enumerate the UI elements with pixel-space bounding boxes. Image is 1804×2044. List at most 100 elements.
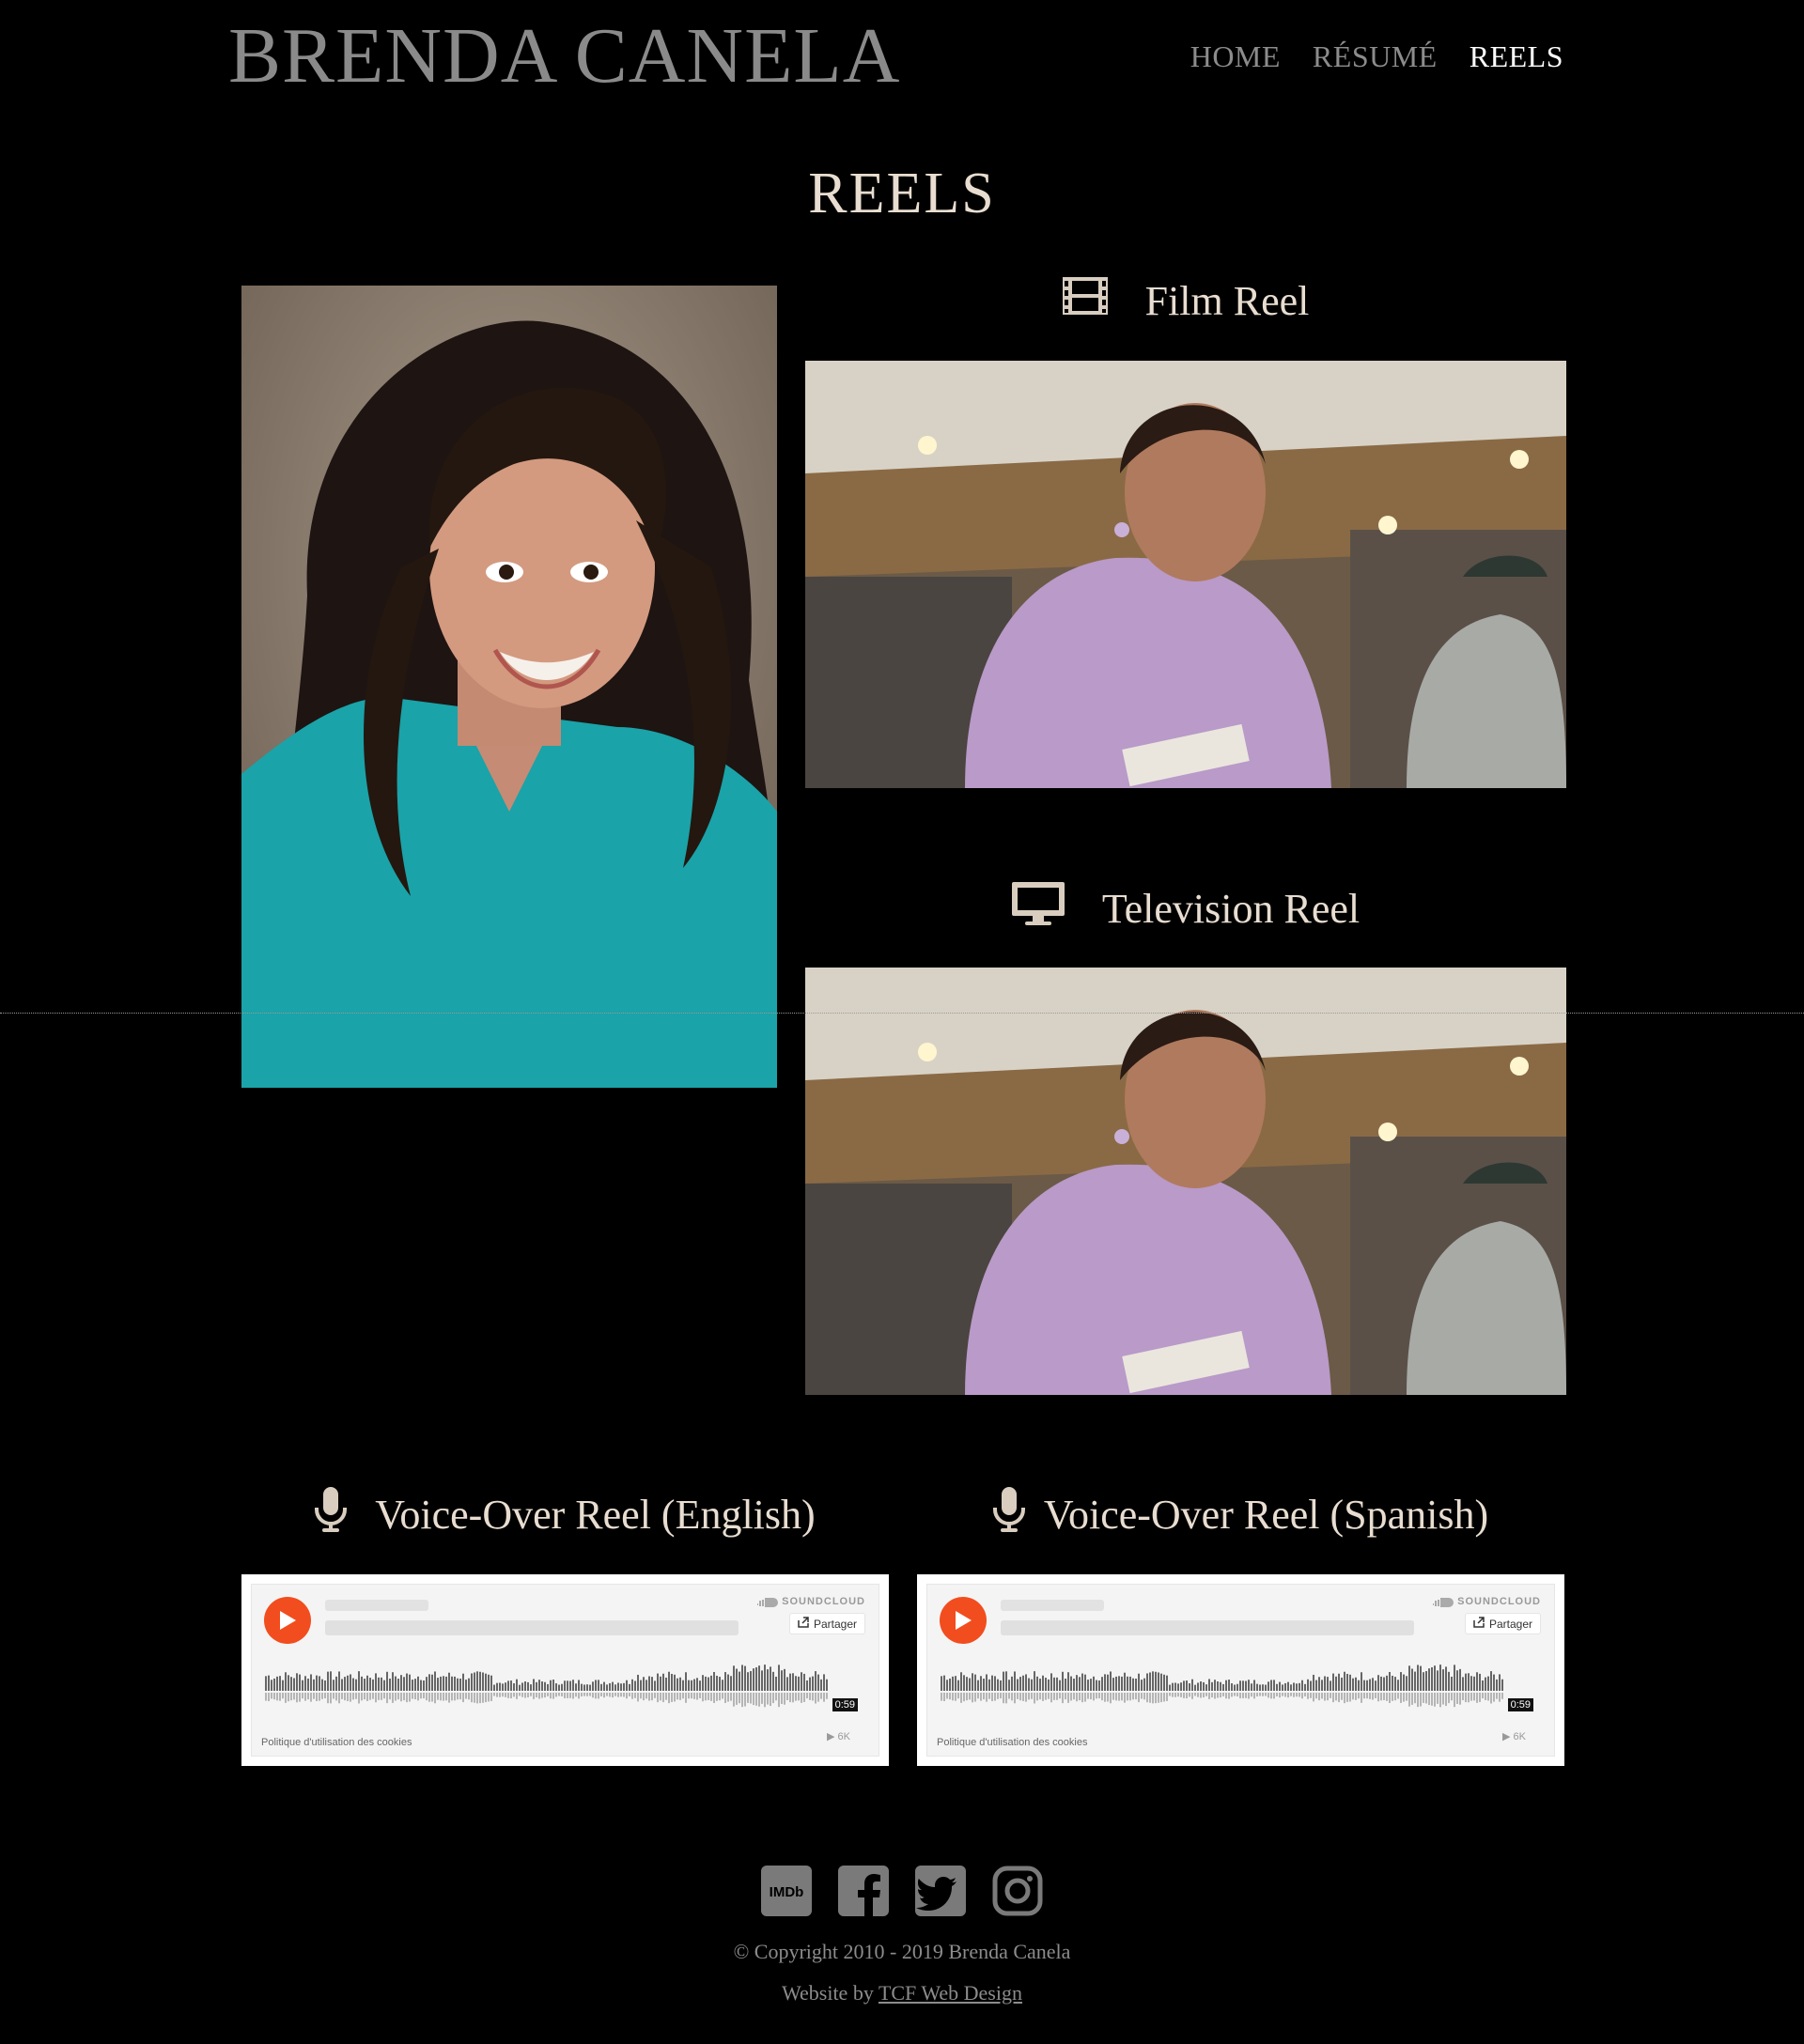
waveform-bar (347, 1675, 349, 1691)
waveform-bar (372, 1679, 374, 1691)
waveform-bar-reflection (651, 1693, 653, 1701)
waveform-bar (519, 1684, 521, 1691)
soundcloud-player-spanish[interactable]: SOUNDCLOUD Partager 0:59 Politique d'uti… (917, 1574, 1564, 1766)
waveform-bar-reflection (620, 1693, 622, 1697)
waveform-bar (1256, 1683, 1258, 1691)
waveform-bar-reflection (1473, 1693, 1475, 1701)
waveform-bar-reflection (963, 1693, 965, 1702)
play-button[interactable] (940, 1597, 987, 1644)
waveform-bar (482, 1672, 484, 1691)
film-reel-video[interactable] (805, 361, 1566, 788)
soundcloud-player-english[interactable]: SOUNDCLOUD Partager 0:59 Politique d'uti… (241, 1574, 889, 1766)
waveform-bar-reflection (966, 1693, 968, 1701)
waveform-bar (1101, 1677, 1103, 1691)
imdb-icon[interactable]: IMDb (761, 1866, 812, 1916)
waveform-bar (1476, 1672, 1478, 1691)
waveform-bar-reflection (1019, 1693, 1021, 1701)
waveform-bar (1225, 1680, 1227, 1691)
waveform-bar (1439, 1665, 1441, 1691)
waveform-bar (1411, 1668, 1413, 1691)
waveform-bar (1293, 1682, 1295, 1691)
cookie-policy-link[interactable]: Politique d'utilisation des cookies (937, 1737, 1087, 1748)
waveform-bar-reflection (643, 1693, 645, 1701)
site-title[interactable]: BRENDA CANELA (228, 17, 900, 96)
waveform-bar (552, 1680, 554, 1691)
play-button[interactable] (264, 1597, 311, 1644)
tv-reel-video[interactable] (805, 968, 1566, 1395)
waveform-bar (1406, 1676, 1407, 1691)
nav-item-reels[interactable]: REELS (1470, 39, 1563, 74)
microphone-icon (992, 1486, 1025, 1542)
waveform-bar (674, 1674, 676, 1691)
waveform-bar-reflection (437, 1693, 439, 1700)
twitter-icon[interactable] (915, 1866, 966, 1916)
waveform-bar-reflection (1214, 1693, 1216, 1699)
waveform-bar (1214, 1680, 1216, 1691)
waveform-bar (307, 1679, 309, 1691)
share-button[interactable]: Partager (1464, 1613, 1541, 1634)
waveform-bar (1377, 1675, 1379, 1691)
waveform-bar-reflection (1459, 1693, 1461, 1705)
waveform-bar-reflection (817, 1693, 819, 1702)
waveform-bar-reflection (1112, 1693, 1114, 1700)
waveform-bar (575, 1683, 577, 1691)
waveform-bar-reflection (575, 1693, 577, 1697)
facebook-icon[interactable] (838, 1866, 889, 1916)
waveform-bar-reflection (533, 1693, 535, 1699)
waveform-bar-reflection (1124, 1693, 1126, 1703)
waveform-bar-reflection (1093, 1693, 1095, 1701)
waveform-bar (1059, 1680, 1061, 1691)
waveform-bar (1186, 1680, 1188, 1691)
waveform-bar-reflection (1050, 1693, 1052, 1703)
soundcloud-logo[interactable]: SOUNDCLOUD (1433, 1596, 1541, 1607)
waveform-bar (1048, 1679, 1050, 1691)
cookie-policy-link[interactable]: Politique d'utilisation des cookies (261, 1737, 412, 1748)
waveform[interactable] (941, 1655, 1509, 1726)
waveform-bar-reflection (265, 1693, 267, 1701)
waveform-bar (1386, 1675, 1388, 1691)
waveform-bar (620, 1683, 622, 1691)
waveform-bar (1112, 1678, 1114, 1691)
track-artist-blurred (1001, 1600, 1104, 1611)
waveform-bar (479, 1671, 481, 1691)
waveform-bar-reflection (572, 1693, 574, 1699)
waveform-bar (1158, 1672, 1159, 1691)
waveform-bar (1451, 1676, 1453, 1691)
credit-link[interactable]: TCF Web Design (879, 1981, 1022, 2005)
waveform-bar (1318, 1677, 1320, 1691)
soundcloud-logo[interactable]: SOUNDCLOUD (757, 1596, 865, 1607)
waveform-bar (1369, 1679, 1371, 1691)
waveform[interactable] (265, 1655, 833, 1726)
waveform-bar-reflection (1423, 1693, 1424, 1703)
waveform-bar (1076, 1675, 1078, 1691)
waveform-bar (513, 1683, 515, 1691)
waveform-bar-reflection (755, 1693, 757, 1706)
waveform-bar-reflection (1251, 1693, 1252, 1697)
waveform-bar-reflection (1434, 1693, 1436, 1707)
svg-text:IMDb: IMDb (770, 1884, 804, 1900)
nav-item-home[interactable]: HOME (1190, 39, 1281, 74)
waveform-bar-reflection (1296, 1693, 1298, 1697)
waveform-bar-reflection (696, 1693, 698, 1700)
waveform-bar (1169, 1684, 1171, 1691)
waveform-bar-reflection (699, 1693, 701, 1698)
waveform-bar (1155, 1671, 1157, 1691)
waveform-bar-reflection (733, 1693, 735, 1707)
waveform-bar-reflection (406, 1693, 408, 1703)
share-button[interactable]: Partager (788, 1613, 865, 1634)
nav-item-resume[interactable]: RÉSUMÉ (1313, 39, 1438, 74)
waveform-bar-reflection (946, 1693, 948, 1699)
waveform-bar-reflection (1028, 1693, 1030, 1700)
waveform-bar-reflection (1363, 1693, 1365, 1699)
waveform-bar (1346, 1673, 1348, 1691)
waveform-bar (1115, 1676, 1117, 1691)
waveform-bar-reflection (612, 1693, 614, 1698)
waveform-bar-reflection (1279, 1693, 1281, 1698)
waveform-bar (451, 1676, 453, 1691)
waveform-bar (705, 1676, 707, 1691)
instagram-icon[interactable] (992, 1866, 1043, 1916)
vo-english-heading: Voice-Over Reel (English) (241, 1486, 889, 1542)
waveform-bar (1465, 1673, 1467, 1691)
waveform-bar-reflection (722, 1693, 723, 1699)
waveform-bar-reflection (296, 1693, 298, 1703)
